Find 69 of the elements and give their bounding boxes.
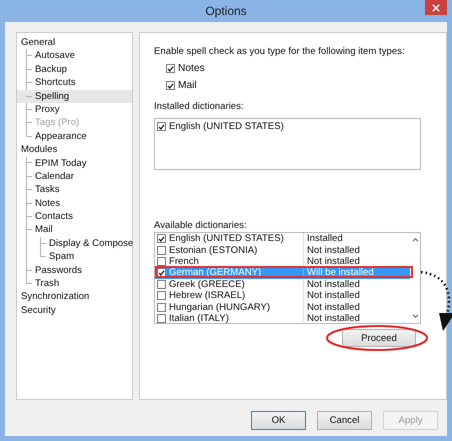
tree-item[interactable]: Shortcuts xyxy=(17,76,132,90)
tree-item[interactable]: Notes xyxy=(17,196,132,210)
checkbox[interactable] xyxy=(157,122,166,131)
dialog-button[interactable]: Cancel xyxy=(317,411,372,430)
dialog-button[interactable]: OK xyxy=(251,411,306,430)
dictionary-name: Greek (GREECE) xyxy=(169,278,245,290)
available-list[interactable] xyxy=(154,232,421,324)
checkbox[interactable] xyxy=(157,246,166,255)
tree-item[interactable]: Display & Compose xyxy=(17,236,132,250)
install-status: Not installed xyxy=(306,256,360,267)
dictionary-row[interactable]: Hungarian (HUNGARY) Not installed xyxy=(155,301,410,313)
tree-item[interactable]: Synchronization xyxy=(17,290,132,304)
tree-item[interactable]: Contacts xyxy=(17,210,132,224)
section-label: Installed dictionaries: xyxy=(154,101,245,112)
tree-item[interactable]: Calendar xyxy=(17,170,132,184)
checkbox-label: Mail xyxy=(178,80,197,91)
installed-list[interactable]: English (UNITED STATES) xyxy=(154,118,421,170)
tree-item[interactable]: Security xyxy=(17,304,132,318)
tree-item[interactable]: Trash xyxy=(17,277,132,290)
install-status: Will be installed xyxy=(306,267,374,278)
dictionary-row[interactable]: Italian (ITALY) Not installed xyxy=(155,312,410,323)
install-status: Not installed xyxy=(306,290,360,302)
close-icon xyxy=(432,4,440,12)
dictionary-name: German (GERMANY) xyxy=(169,267,262,278)
checkbox[interactable] xyxy=(166,64,175,73)
window-title: Options xyxy=(205,4,247,18)
tree-item[interactable]: Mail xyxy=(17,223,132,237)
dictionary-name: Hungarian (HUNGARY) xyxy=(169,302,270,313)
install-status: Not installed xyxy=(306,302,360,313)
tree-item[interactable]: Appearance xyxy=(17,130,132,144)
install-status: Not installed xyxy=(306,312,360,323)
dictionary-name: Italian (ITALY) xyxy=(169,312,229,323)
tree-item[interactable]: Spam xyxy=(17,250,132,264)
checkbox[interactable] xyxy=(157,314,166,323)
dictionary-row[interactable]: Hebrew (ISRAEL) Not installed xyxy=(155,290,410,302)
scroll-up-icon xyxy=(412,237,418,242)
checkbox[interactable] xyxy=(157,280,166,289)
checkbox-label: Notes xyxy=(178,63,205,74)
tree-item[interactable]: Spelling xyxy=(17,90,132,103)
dictionary-name: English (UNITED STATES) xyxy=(169,121,284,132)
checkbox[interactable] xyxy=(166,81,175,90)
tree-item[interactable]: EPIM Today xyxy=(17,156,132,170)
dictionary-row[interactable]: Estonian (ESTONIA) Not installed xyxy=(155,244,410,256)
checkbox[interactable] xyxy=(157,302,166,312)
install-status: Installed xyxy=(306,233,343,244)
tree-item[interactable]: General xyxy=(17,36,132,50)
dictionary-row[interactable]: Greek (GREECE) Not installed xyxy=(155,278,410,290)
tree-item[interactable]: Autosave xyxy=(17,49,132,63)
checkbox[interactable] xyxy=(157,256,166,266)
install-status: Not installed xyxy=(306,244,360,256)
scroll-down-icon xyxy=(412,314,418,319)
tree-item[interactable]: Backup xyxy=(17,62,132,76)
dictionary-row[interactable]: French Not installed xyxy=(155,256,410,268)
checkbox[interactable] xyxy=(157,291,166,300)
checkbox[interactable] xyxy=(157,234,166,244)
tree-item[interactable]: Tasks xyxy=(17,183,132,197)
dictionary-name: French xyxy=(169,256,199,267)
dictionary-name: English (UNITED STATES) xyxy=(169,233,284,244)
tree-item[interactable]: Proxy xyxy=(17,102,132,116)
close-button[interactable] xyxy=(425,0,447,15)
dictionary-row[interactable]: English (UNITED STATES) Installed xyxy=(155,233,410,244)
dictionary-name: Estonian (ESTONIA) xyxy=(169,244,258,256)
install-status: Not installed xyxy=(306,278,360,290)
section-heading: Enable spell check as you type for the following item types: xyxy=(154,46,406,57)
tree-item[interactable]: Passwords xyxy=(17,264,132,278)
proceed-button[interactable]: Proceed xyxy=(342,329,416,347)
tree-item[interactable]: Modules xyxy=(17,143,132,157)
dictionary-name: Hebrew (ISRAEL) xyxy=(169,290,246,302)
section-label: Available dictionaries: xyxy=(154,220,248,231)
